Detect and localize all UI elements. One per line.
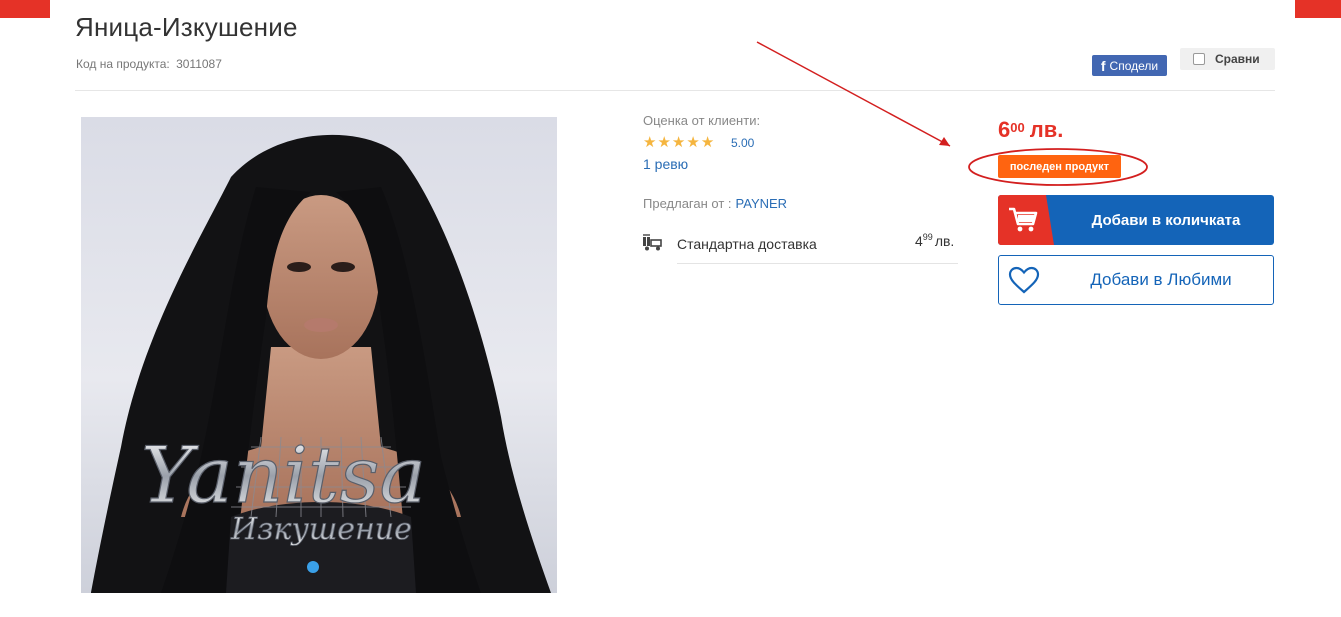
seller-label: Предлаган от :	[643, 196, 732, 211]
star-icon: ★	[700, 134, 715, 151]
heart-icon	[1008, 266, 1040, 294]
add-to-cart-label: Добави в количката	[1091, 211, 1241, 229]
star-icon: ★	[686, 134, 700, 151]
annotation-arrow-head	[939, 137, 950, 146]
price-integer: 6	[998, 117, 1011, 142]
last-product-badge: последен продукт	[998, 155, 1121, 178]
star-icon: ★	[657, 134, 671, 151]
cart-icon	[1009, 207, 1038, 232]
price-decimal: 00	[1010, 120, 1025, 135]
cover-subtitle-text: Изкушение	[230, 512, 412, 547]
product-image[interactable]: Yanitsa Изкушение	[81, 117, 557, 593]
price-currency: лв.	[1029, 117, 1064, 142]
compare-toggle[interactable]: Сравни	[1180, 48, 1275, 70]
add-to-cart-button[interactable]: Добави в количката	[998, 195, 1274, 245]
facebook-share-button[interactable]: f Сподели	[1092, 55, 1167, 76]
product-code-value: 3011087	[176, 57, 222, 71]
cover-title-text: Yanitsa	[141, 431, 426, 521]
share-label: Сподели	[1109, 58, 1159, 73]
rating-value: 5.00	[731, 136, 755, 150]
rating-stars: ★ ★ ★ ★ ★	[643, 135, 714, 151]
header-divider	[75, 90, 1275, 91]
reviews-link[interactable]: 1 ревю	[643, 156, 688, 172]
product-title: Яница-Изкушение	[75, 12, 298, 42]
facebook-icon: f	[1100, 57, 1106, 74]
delivery-divider	[677, 263, 958, 264]
delivery-truck-icon	[643, 234, 662, 251]
add-to-favorites-button[interactable]: Добави в Любими	[998, 255, 1274, 305]
delivery-label: Стандартна доставка	[677, 236, 817, 252]
delivery-price: 4 99 лв.	[915, 232, 955, 249]
annotation-arrow-line	[756, 41, 951, 147]
rating-label: Оценка от клиенти:	[643, 113, 761, 128]
product-code-label: Код на продукта:	[76, 57, 170, 71]
product-code: Код на продукта: 3011087	[76, 57, 222, 71]
compare-checkbox[interactable]	[1193, 53, 1205, 65]
seller-info: Предлаган от : PAYNER	[643, 196, 787, 211]
product-price: 6 00 лв.	[998, 117, 1063, 143]
album-cover-illustration: Yanitsa Изкушение	[91, 134, 551, 593]
delivery-price-dec: 99	[922, 232, 933, 242]
star-icon: ★	[671, 134, 686, 151]
star-icon: ★	[643, 134, 657, 151]
seller-name-link[interactable]: PAYNER	[736, 196, 788, 211]
compare-label: Сравни	[1215, 52, 1260, 66]
delivery-price-int: 4	[915, 233, 923, 249]
corner-decoration-right	[1295, 0, 1341, 18]
corner-decoration-left	[0, 0, 50, 18]
add-to-favorites-label: Добави в Любими	[1090, 270, 1232, 289]
delivery-currency: лв.	[934, 233, 955, 249]
